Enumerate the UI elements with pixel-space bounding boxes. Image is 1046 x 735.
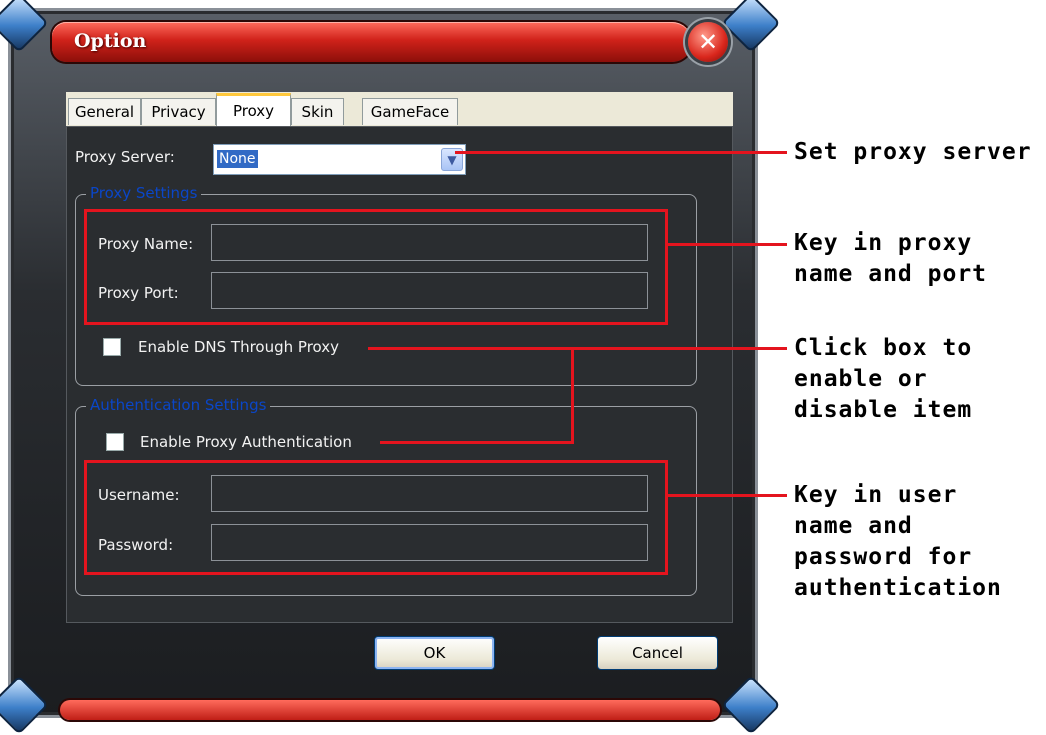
window-title: Option — [74, 30, 147, 52]
auth-fields-highlight — [84, 460, 668, 575]
corner-ornament-bottom-left — [0, 675, 49, 735]
key-proxy-leader — [668, 243, 787, 246]
close-button[interactable]: ✕ — [688, 22, 728, 62]
key-proxy-callout: Key in proxy name and port — [794, 230, 988, 287]
enable-dns-checkbox[interactable] — [103, 338, 121, 356]
ok-button[interactable]: OK — [374, 636, 495, 670]
tab-strip: General Privacy Proxy Skin GameFace — [66, 92, 733, 126]
bottom-bar — [60, 700, 720, 720]
tab-proxy[interactable]: Proxy — [216, 93, 291, 126]
key-user-callout: Key in user name and password for authen… — [794, 482, 1002, 601]
title-bar[interactable]: Option — [52, 22, 692, 62]
tab-skin[interactable]: Skin — [291, 98, 344, 125]
corner-ornament-top-right — [721, 0, 781, 53]
proxy-server-label: Proxy Server: — [75, 148, 175, 166]
enable-dns-label: Enable DNS Through Proxy — [138, 338, 339, 356]
dns-leader — [368, 347, 787, 350]
tab-general[interactable]: General — [68, 98, 141, 125]
set-proxy-callout: Set proxy server — [794, 139, 1032, 165]
proxy-server-value: None — [217, 150, 258, 168]
set-proxy-leader — [455, 151, 787, 154]
tab-privacy[interactable]: Privacy — [141, 98, 216, 125]
corner-ornament-top-left — [0, 0, 49, 53]
key-user-leader — [668, 494, 787, 497]
proxy-settings-title: Proxy Settings — [86, 184, 202, 202]
proxy-server-select[interactable]: None ▼ — [213, 144, 466, 175]
close-icon: ✕ — [697, 28, 719, 56]
authentication-settings-title: Authentication Settings — [86, 396, 271, 414]
click-box-callout: Click box to enable or disable item — [794, 335, 973, 423]
corner-ornament-bottom-right — [721, 675, 781, 735]
auth-leader — [380, 441, 574, 444]
click-box-vertical — [571, 347, 574, 444]
enable-proxy-auth-label: Enable Proxy Authentication — [140, 433, 352, 451]
tab-gameface[interactable]: GameFace — [362, 98, 458, 125]
option-window: Option ✕ General Privacy Proxy Skin Game… — [0, 0, 781, 735]
enable-proxy-auth-checkbox[interactable] — [106, 433, 124, 451]
proxy-fields-highlight — [84, 209, 668, 325]
cancel-button[interactable]: Cancel — [597, 636, 718, 670]
